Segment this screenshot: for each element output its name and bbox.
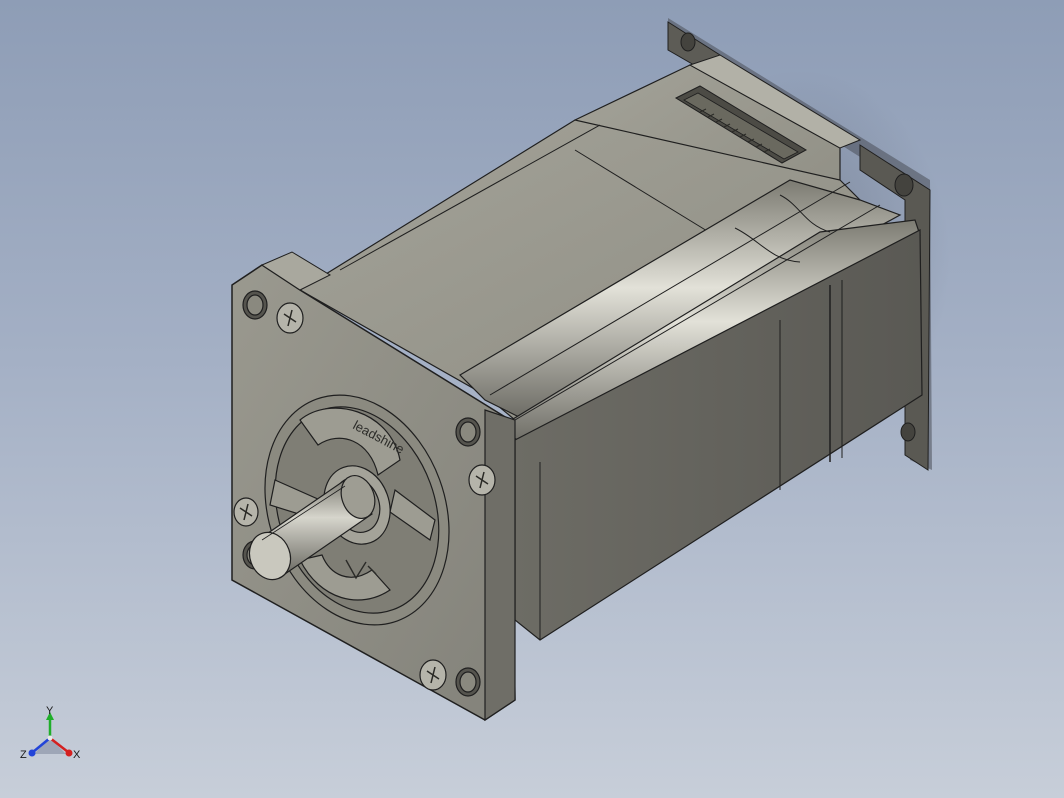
triad-axes <box>28 712 73 757</box>
x-axis-label: X <box>73 749 81 761</box>
cad-viewport[interactable]: leadshine Y Z X <box>0 0 1064 798</box>
z-axis-label: Z <box>20 749 27 761</box>
y-axis-label: Y <box>46 705 54 717</box>
coordinate-triad: Y Z X <box>18 700 90 772</box>
stepper-motor-model[interactable]: leadshine <box>0 0 1064 798</box>
